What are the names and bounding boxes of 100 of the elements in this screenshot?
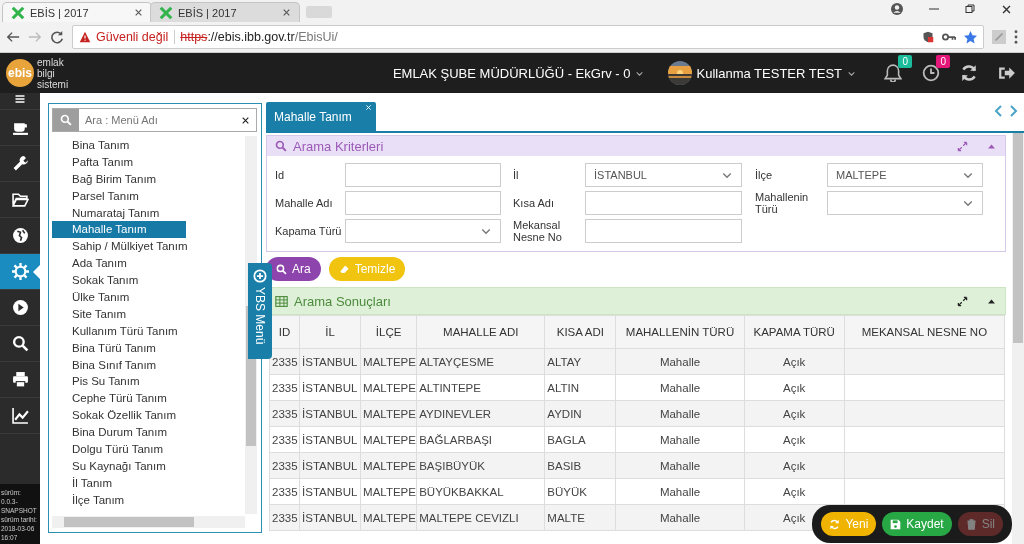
- table-cell: BAŞIBÜYÜK: [416, 452, 545, 479]
- wrench-icon: [11, 155, 29, 172]
- table-cell: Açık: [744, 374, 845, 401]
- logout-icon[interactable]: [998, 64, 1016, 82]
- select-field[interactable]: [827, 191, 983, 215]
- page-tab[interactable]: Mahalle Tanım: [266, 102, 376, 131]
- notification-badge: 0: [898, 55, 912, 68]
- table-cell: AYDINEVLER: [416, 400, 545, 427]
- reload-icon[interactable]: [50, 30, 64, 44]
- column-header[interactable]: MAHALLE ADI: [416, 315, 545, 349]
- select-field[interactable]: İSTANBUL: [585, 163, 742, 187]
- menu-item[interactable]: İl Tanım: [52, 474, 186, 492]
- input-field[interactable]: [345, 163, 501, 187]
- menu-item[interactable]: Kullanım Türü Tanım: [52, 322, 186, 340]
- menu-item[interactable]: Dolgu Türü Tanım: [52, 441, 186, 458]
- more-icon[interactable]: [1014, 30, 1018, 44]
- menu-item[interactable]: Cephe Türü Tanım: [52, 390, 186, 408]
- user-menu[interactable]: Kullanma TESTER TEST: [667, 61, 856, 85]
- table-cell: Mahalle: [615, 504, 745, 531]
- menu-item[interactable]: Parsel Tanım: [52, 187, 186, 205]
- browser-tab[interactable]: EBİS | 2017: [150, 2, 300, 22]
- menu-item[interactable]: Mahalle Tanım: [52, 221, 186, 239]
- menu-search-field[interactable]: Ara : Menü Adı: [52, 108, 257, 132]
- add-icon: [253, 269, 267, 283]
- rail-item[interactable]: [0, 93, 40, 110]
- table-cell: Açık: [744, 478, 845, 505]
- table-cell: MALTEPE: [360, 478, 417, 505]
- table-cell: AYDIN: [544, 400, 616, 427]
- column-header[interactable]: MAHALLENİN TÜRÜ: [615, 315, 745, 349]
- table-cell: MALTE: [544, 504, 616, 531]
- rail-item[interactable]: [0, 254, 40, 290]
- previous-icon[interactable]: [994, 105, 1002, 117]
- table-cell: İSTANBUL: [299, 374, 361, 401]
- menu-item[interactable]: Pafta Tanım: [52, 153, 186, 171]
- table-cell: 2335: [269, 478, 300, 505]
- scrollbar[interactable]: [52, 516, 245, 528]
- logo: ebis: [6, 59, 34, 87]
- bell-icon[interactable]: [884, 64, 902, 82]
- column-header[interactable]: KAPAMA TÜRÜ: [744, 315, 845, 349]
- field-label: Mahalle Adı: [275, 197, 334, 209]
- clear-icon[interactable]: [241, 115, 250, 125]
- menu-item[interactable]: İlçe Tanım: [52, 491, 186, 509]
- table-cell: BÜYÜK: [544, 478, 616, 505]
- menu-item[interactable]: Sokak Tanım: [52, 272, 186, 289]
- column-header[interactable]: İL: [299, 315, 361, 349]
- input-field[interactable]: [585, 191, 742, 215]
- save-icon: [890, 518, 902, 530]
- close-icon[interactable]: [1001, 3, 1012, 15]
- account-icon[interactable]: [891, 3, 903, 15]
- menu-item[interactable]: Bina Durum Tanım: [52, 424, 186, 442]
- menu-item[interactable]: Pis Su Tanım: [52, 373, 186, 391]
- restore-icon[interactable]: [965, 4, 975, 14]
- globe-icon: [11, 227, 29, 244]
- menu-item[interactable]: Ülke Tanım: [52, 289, 186, 306]
- menu-item[interactable]: Bina Türü Tanım: [52, 339, 186, 357]
- side-menu-tab[interactable]: YBS Menü: [248, 263, 272, 359]
- table-cell: 2335: [269, 426, 300, 453]
- table-cell: Mahalle: [615, 374, 745, 401]
- browser-tab[interactable]: EBİS | 2017: [2, 2, 152, 22]
- column-header[interactable]: KISA ADI: [544, 315, 616, 349]
- table-cell: MALTEPE CEVIZLI: [416, 504, 545, 531]
- table-cell: İSTANBUL: [299, 426, 361, 453]
- refresh-icon[interactable]: [960, 64, 978, 82]
- shield-icon[interactable]: [922, 31, 934, 43]
- table-cell: Açık: [744, 426, 845, 453]
- field-label: Mekansal Nesne No: [513, 219, 563, 243]
- input-field[interactable]: [585, 219, 742, 243]
- menu-item[interactable]: Numarataj Tanım: [52, 204, 186, 222]
- panel-title: Arama Kriterleri: [293, 138, 384, 154]
- refresh-icon: [829, 518, 841, 530]
- menu-item[interactable]: Sokak Özellik Tanım: [52, 407, 186, 425]
- input-field[interactable]: [345, 191, 501, 215]
- next-icon[interactable]: [1010, 105, 1018, 117]
- scrollbar[interactable]: [1012, 133, 1024, 544]
- warning-icon: [79, 31, 91, 43]
- star-icon[interactable]: [964, 30, 977, 44]
- column-header[interactable]: MEKANSAL NESNE NO: [844, 315, 1005, 349]
- menu-item[interactable]: Sahip / Mülkiyet Tanım: [52, 238, 186, 256]
- address-bar[interactable]: Güvenli değil https://ebis.ibb.gov.tr/EbisUi/: [72, 25, 984, 49]
- menu-item[interactable]: Bina Tanım: [52, 137, 186, 154]
- close-icon[interactable]: [134, 8, 143, 17]
- table-cell: 2335: [269, 400, 300, 427]
- menu-item[interactable]: Site Tanım: [52, 305, 186, 323]
- menu-item[interactable]: Bağ Birim Tanım: [52, 170, 186, 188]
- select-field[interactable]: MALTEPE: [827, 163, 983, 187]
- close-icon[interactable]: [282, 8, 291, 17]
- expand-icon[interactable]: [957, 295, 968, 307]
- folder-icon: [11, 191, 29, 208]
- select-field[interactable]: [345, 219, 501, 243]
- back-icon[interactable]: [6, 30, 20, 44]
- column-header[interactable]: İLÇE: [360, 315, 417, 349]
- clock-icon[interactable]: [922, 64, 940, 82]
- unit-selector[interactable]: EMLAK ŞUBE MÜDÜRLÜĞÜ - EkGrv - 0: [392, 65, 644, 81]
- search-button[interactable]: Ara: [266, 257, 321, 281]
- table-cell: 2335: [269, 374, 300, 401]
- menu-item[interactable]: Su Kaynağı Tanım: [52, 457, 186, 475]
- menu-item[interactable]: Bina Sınıf Tanım: [52, 356, 186, 374]
- field-label: İlçe: [755, 169, 774, 181]
- menu-item[interactable]: Ada Tanım: [52, 255, 186, 273]
- key-icon[interactable]: [942, 31, 956, 43]
